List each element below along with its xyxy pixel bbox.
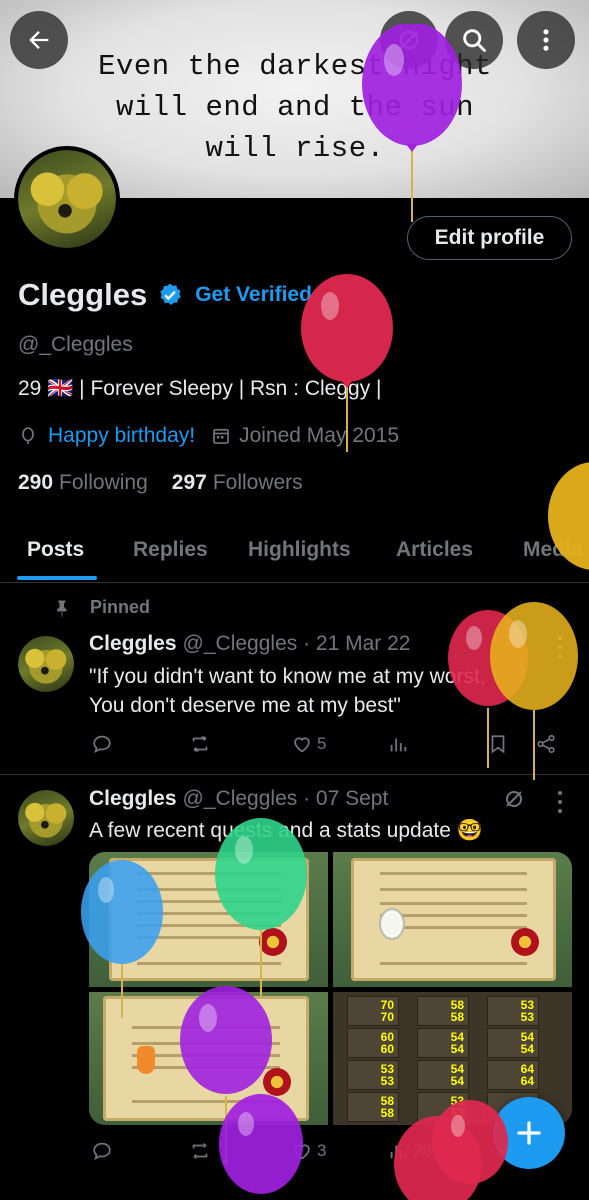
pin-icon <box>57 600 67 617</box>
post-handle-date: @_Cleggles · 21 Mar 22 <box>182 632 411 655</box>
repost-icon <box>192 736 208 752</box>
balloon-yellow-icon <box>490 602 578 780</box>
verified-badge-icon <box>160 283 182 305</box>
views-button[interactable] <box>387 733 409 755</box>
skill-max: 53 <box>520 1010 534 1024</box>
back-button[interactable] <box>10 11 68 69</box>
more-button[interactable] <box>517 11 575 69</box>
followers-count: 297 <box>171 471 207 494</box>
skill-max: 64 <box>520 1074 534 1088</box>
medal-icon <box>511 928 539 956</box>
balloon-yellow-icon <box>548 462 589 570</box>
skill-max: 54 <box>520 1042 534 1056</box>
skill-tile: 58 58 <box>417 996 469 1026</box>
name-row: Cleggles Get Verified <box>18 277 312 313</box>
reply-button[interactable] <box>91 1140 113 1162</box>
heart-icon <box>294 737 310 753</box>
pinned-text: Pinned <box>90 597 151 617</box>
balloon-icon <box>22 427 34 444</box>
skill-tile: 5353 <box>487 996 539 1026</box>
repost-button[interactable] <box>189 733 211 755</box>
quest-scroll <box>351 858 556 981</box>
skill-tile: 54 54 <box>417 1060 469 1090</box>
skill-max: 53 <box>380 1074 394 1088</box>
post-text: "If you didn't want to know me at my wor… <box>89 662 486 720</box>
skill-max: 54 <box>450 1074 464 1088</box>
post-text-line: "If you didn't want to know me at my wor… <box>89 665 486 688</box>
get-verified-link[interactable]: Get Verified <box>195 283 312 307</box>
avatar-image <box>18 636 74 692</box>
post-header: Cleggles @_Cleggles · 07 Sept <box>89 787 388 811</box>
display-name: Cleggles <box>18 277 148 312</box>
follow-stats: 290 Following 297 Followers <box>18 471 303 495</box>
calendar-icon <box>213 428 230 444</box>
skill-tile: 5353 <box>347 1060 399 1090</box>
balloon-purple-icon <box>219 1094 303 1194</box>
avatar-image <box>18 150 116 248</box>
skill-max: 58 <box>450 1010 464 1024</box>
post-header: Cleggles @_Cleggles · 21 Mar 22 <box>89 632 410 656</box>
like-count: 3 <box>317 1141 327 1160</box>
balloon-purple-icon <box>362 24 462 222</box>
following-label: Following <box>59 471 148 494</box>
skill-tile: 64 64 <box>487 1060 539 1090</box>
profile-avatar[interactable] <box>14 146 120 252</box>
following-count: 290 <box>18 471 54 494</box>
post-more-button[interactable] <box>550 791 570 813</box>
followers-link[interactable]: 297 Followers <box>172 471 303 495</box>
more-vertical-icon <box>543 29 549 51</box>
post-text-line: You don't deserve me at my best" <box>89 694 401 717</box>
skill-tile: 60 60 <box>347 1028 399 1058</box>
post-handle-date: @_Cleggles · 07 Sept <box>182 787 389 810</box>
balloon-red-icon <box>301 274 393 452</box>
reply-icon <box>93 735 111 753</box>
arrow-left-icon <box>29 31 49 49</box>
pinned-label: Pinned <box>52 597 150 618</box>
post-author-name[interactable]: Cleggles <box>89 632 177 656</box>
plus-icon <box>517 1121 541 1145</box>
reply-icon <box>93 1142 111 1160</box>
following-link[interactable]: 290 Following <box>18 471 148 495</box>
post-avatar[interactable] <box>18 790 74 846</box>
profile-tabs: Posts Replies Highlights Articles Media <box>0 520 589 583</box>
skill-max: 60 <box>380 1042 394 1056</box>
egg-icon <box>379 908 405 940</box>
like-button[interactable]: 5 <box>291 733 326 755</box>
followers-label: Followers <box>212 471 303 494</box>
profile-handle: @_Cleggles <box>18 333 133 356</box>
media-quest-2[interactable] <box>333 852 572 987</box>
grok-icon[interactable] <box>502 787 526 811</box>
views-icon <box>390 738 407 752</box>
skill-max: 70 <box>380 1010 394 1024</box>
post-author-name[interactable]: Cleggles <box>89 787 177 811</box>
tab-articles[interactable]: Articles <box>396 538 473 562</box>
potion-icon <box>137 1046 155 1074</box>
search-icon <box>463 29 486 52</box>
balloon-blue-icon <box>81 860 163 1018</box>
skill-max: 54 <box>450 1042 464 1056</box>
avatar-image <box>18 790 74 846</box>
skill-tile: 54 54 <box>487 1028 539 1058</box>
tab-replies[interactable]: Replies <box>133 538 208 562</box>
birthday-link[interactable]: Happy birthday! <box>48 424 195 448</box>
balloon-red-icon <box>394 1100 508 1200</box>
reply-button[interactable] <box>91 733 113 755</box>
tab-highlights[interactable]: Highlights <box>248 538 351 562</box>
active-tab-indicator <box>17 576 97 580</box>
skill-tile: 70 70 <box>347 996 399 1026</box>
post-avatar[interactable] <box>18 636 74 692</box>
skill-tile: 54 54 <box>417 1028 469 1058</box>
balloon-green-icon <box>215 818 307 996</box>
like-count: 5 <box>317 734 327 753</box>
tab-posts[interactable]: Posts <box>27 538 84 562</box>
